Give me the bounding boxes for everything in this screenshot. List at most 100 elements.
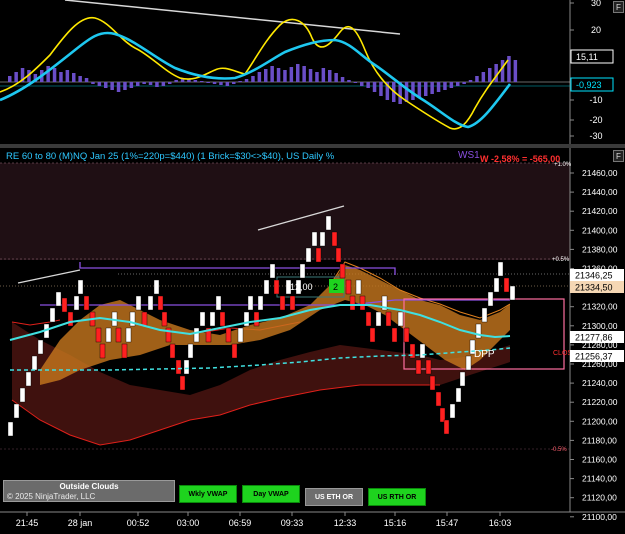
indicator-panel-tab[interactable]: F [613,1,624,13]
time-label: 12:33 [334,518,357,528]
bull-brick [153,279,160,295]
bear-brick [289,295,296,311]
day-vwap-button[interactable]: Day VWAP [242,485,300,503]
histogram-bar [289,67,294,82]
price-badge-text: 21346,25 [575,271,613,281]
bull-brick [77,279,84,295]
histogram-bar [468,80,473,82]
chart-canvas[interactable]: 302010-10-20-30 RE 60 to 80 (M)NQ Jan 25… [0,0,625,534]
bear-brick [365,311,372,327]
bull-brick [55,291,62,307]
histogram-bar [257,72,262,82]
dpp-label: DPP [474,349,495,360]
histogram-bar [315,72,319,82]
bull-brick [449,403,456,419]
histogram-bar [321,68,326,82]
histogram-bar [353,82,358,83]
bear-brick [175,359,182,375]
us-rth-or-button[interactable]: US RTH OR [368,488,426,506]
bear-brick [179,375,186,391]
bull-brick [257,295,264,311]
bear-brick [391,327,398,343]
histogram-bar [328,70,332,82]
histogram-bar [84,78,89,82]
histogram-bar [372,82,377,92]
bear-brick [141,311,148,327]
histogram-bar [232,82,236,84]
price-panel-top-shade [0,163,570,260]
us-eth-or-button[interactable]: US ETH OR [305,488,363,506]
bear-brick [331,231,338,247]
indicator-y-label: 20 [591,25,601,35]
time-label: 03:00 [177,518,200,528]
histogram-bar [212,82,217,84]
bear-brick [315,247,322,263]
histogram-bar [366,82,370,88]
price-badge-text: 21256,37 [575,352,613,362]
indicator-y-label: -10 [589,95,602,105]
histogram-bar [283,70,287,82]
bear-brick [115,327,122,343]
bull-brick [105,327,112,343]
histogram-bar [308,69,313,82]
bull-brick [311,231,318,247]
pct-label-plus1: +1.0% [554,162,572,168]
histogram-bar [136,82,140,86]
histogram-bar [129,82,134,88]
bear-brick [429,375,436,391]
price-y-label: 21460,00 [582,168,618,178]
histogram-bar [436,82,441,92]
bull-brick [25,371,32,387]
bear-brick [219,311,226,327]
price-y-label: 21140,00 [582,474,617,484]
bull-brick [269,263,276,279]
histogram-bar [65,70,70,82]
price-badge-text: 21334,50 [575,283,613,293]
bear-brick [359,295,366,311]
bull-brick [419,343,426,359]
histogram-bar [219,82,223,85]
histogram-bar [8,76,12,82]
bull-brick [455,387,462,403]
histogram-bar [46,66,50,82]
histogram-bar [270,66,274,82]
time-label: 28 jan [68,518,93,528]
bull-brick [13,403,20,419]
bear-brick [415,359,422,375]
histogram-bar [225,82,230,86]
price-panel-tab[interactable]: F [613,150,624,162]
bear-brick [279,295,286,311]
histogram-bar [251,76,255,82]
price-y-label: 21200,00 [582,416,618,426]
histogram-bar [174,80,178,82]
copyright-text: © 2025 NinjaTrader, LLC [7,492,96,501]
bear-brick [273,279,280,295]
outside-clouds-panel[interactable]: Outside Clouds © 2025 NinjaTrader, LLC [3,480,175,502]
bull-brick [215,295,222,311]
bear-brick [225,327,232,343]
bear-brick [369,327,376,343]
panel-separator[interactable] [0,144,625,148]
bear-brick [253,311,260,327]
bear-brick [99,343,106,359]
box-badge-value: 2 [333,282,338,292]
bull-brick [19,387,26,403]
histogram-bar [379,82,383,96]
indicator-value-text: -0,923 [576,80,602,90]
price-panel-title: RE 60 to 80 (M)NQ Jan 25 (1%=220p=$440) … [6,151,335,162]
histogram-bar [193,80,198,82]
bull-brick [375,311,382,327]
bull-brick [193,327,200,343]
bull-brick [305,247,312,263]
price-y-label: 21160,00 [582,455,617,465]
bull-brick [299,263,306,279]
bear-brick [435,391,442,407]
wkly-vwap-button[interactable]: Wkly VWAP [179,485,237,503]
histogram-bar [404,82,409,102]
bull-brick [49,307,56,323]
histogram-bar [168,82,172,84]
bull-brick [319,231,326,247]
histogram-bar [72,73,76,82]
price-y-label: 21180,00 [582,435,617,445]
bull-brick [459,371,466,387]
